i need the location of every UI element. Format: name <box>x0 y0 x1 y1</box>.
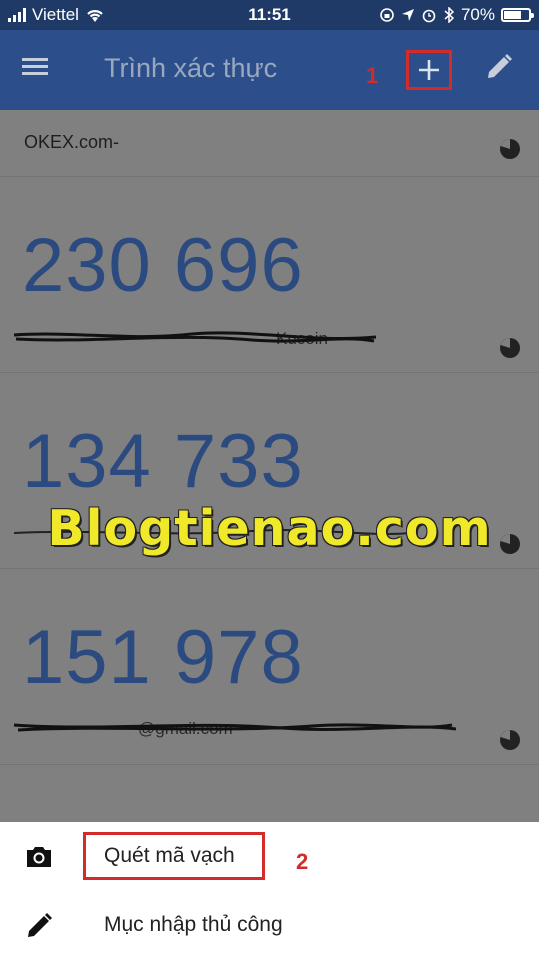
app-title: Trình xác thực <box>104 53 278 83</box>
pencil-icon <box>488 54 512 78</box>
battery-icon <box>501 8 534 22</box>
alarm-icon <box>422 9 436 23</box>
scan-barcode-option[interactable]: Quét mã vạch 2 <box>0 822 539 891</box>
app-bar: Trình xác thực 1 <box>0 30 539 110</box>
location-icon <box>401 9 414 21</box>
step-1-marker: 1 <box>366 63 379 88</box>
bluetooth-icon <box>444 7 455 23</box>
watermark: Blogtienao.com <box>47 500 492 557</box>
add-account-button[interactable] <box>406 50 452 90</box>
account-list: OKEX.com- 230 696 Kucoin 134 733 151 978… <box>0 110 539 822</box>
list-item[interactable]: 151 978 @gmail.com <box>0 569 539 765</box>
otp-code: 134 733 <box>22 419 304 504</box>
otp-code: 230 696 <box>22 223 304 308</box>
list-item[interactable]: 230 696 Kucoin <box>0 177 539 373</box>
manual-entry-option[interactable]: Mục nhập thủ công <box>0 891 539 960</box>
scan-barcode-label: Quét mã vạch <box>104 844 235 867</box>
battery-percent: 70% <box>460 5 495 24</box>
list-item[interactable]: OKEX.com- <box>0 110 539 177</box>
camera-icon <box>27 847 51 867</box>
rotation-lock-icon <box>380 8 394 22</box>
redaction-scribble <box>13 331 377 343</box>
pencil-icon <box>28 913 52 937</box>
timer-icon <box>500 139 520 159</box>
timer-icon <box>500 730 520 750</box>
edit-button[interactable] <box>484 52 518 86</box>
plus-icon <box>419 60 439 80</box>
step-2-marker: 2 <box>296 849 309 874</box>
add-account-sheet: Quét mã vạch 2 Mục nhập thủ công <box>0 822 539 960</box>
menu-icon[interactable] <box>22 54 56 88</box>
account-issuer: OKEX.com- <box>24 132 120 152</box>
redaction-scribble <box>13 723 457 732</box>
status-bar: Viettel 11:51 70% <box>0 0 539 30</box>
manual-entry-label: Mục nhập thủ công <box>104 913 283 936</box>
otp-code: 151 978 <box>22 615 304 700</box>
timer-icon <box>500 338 520 358</box>
